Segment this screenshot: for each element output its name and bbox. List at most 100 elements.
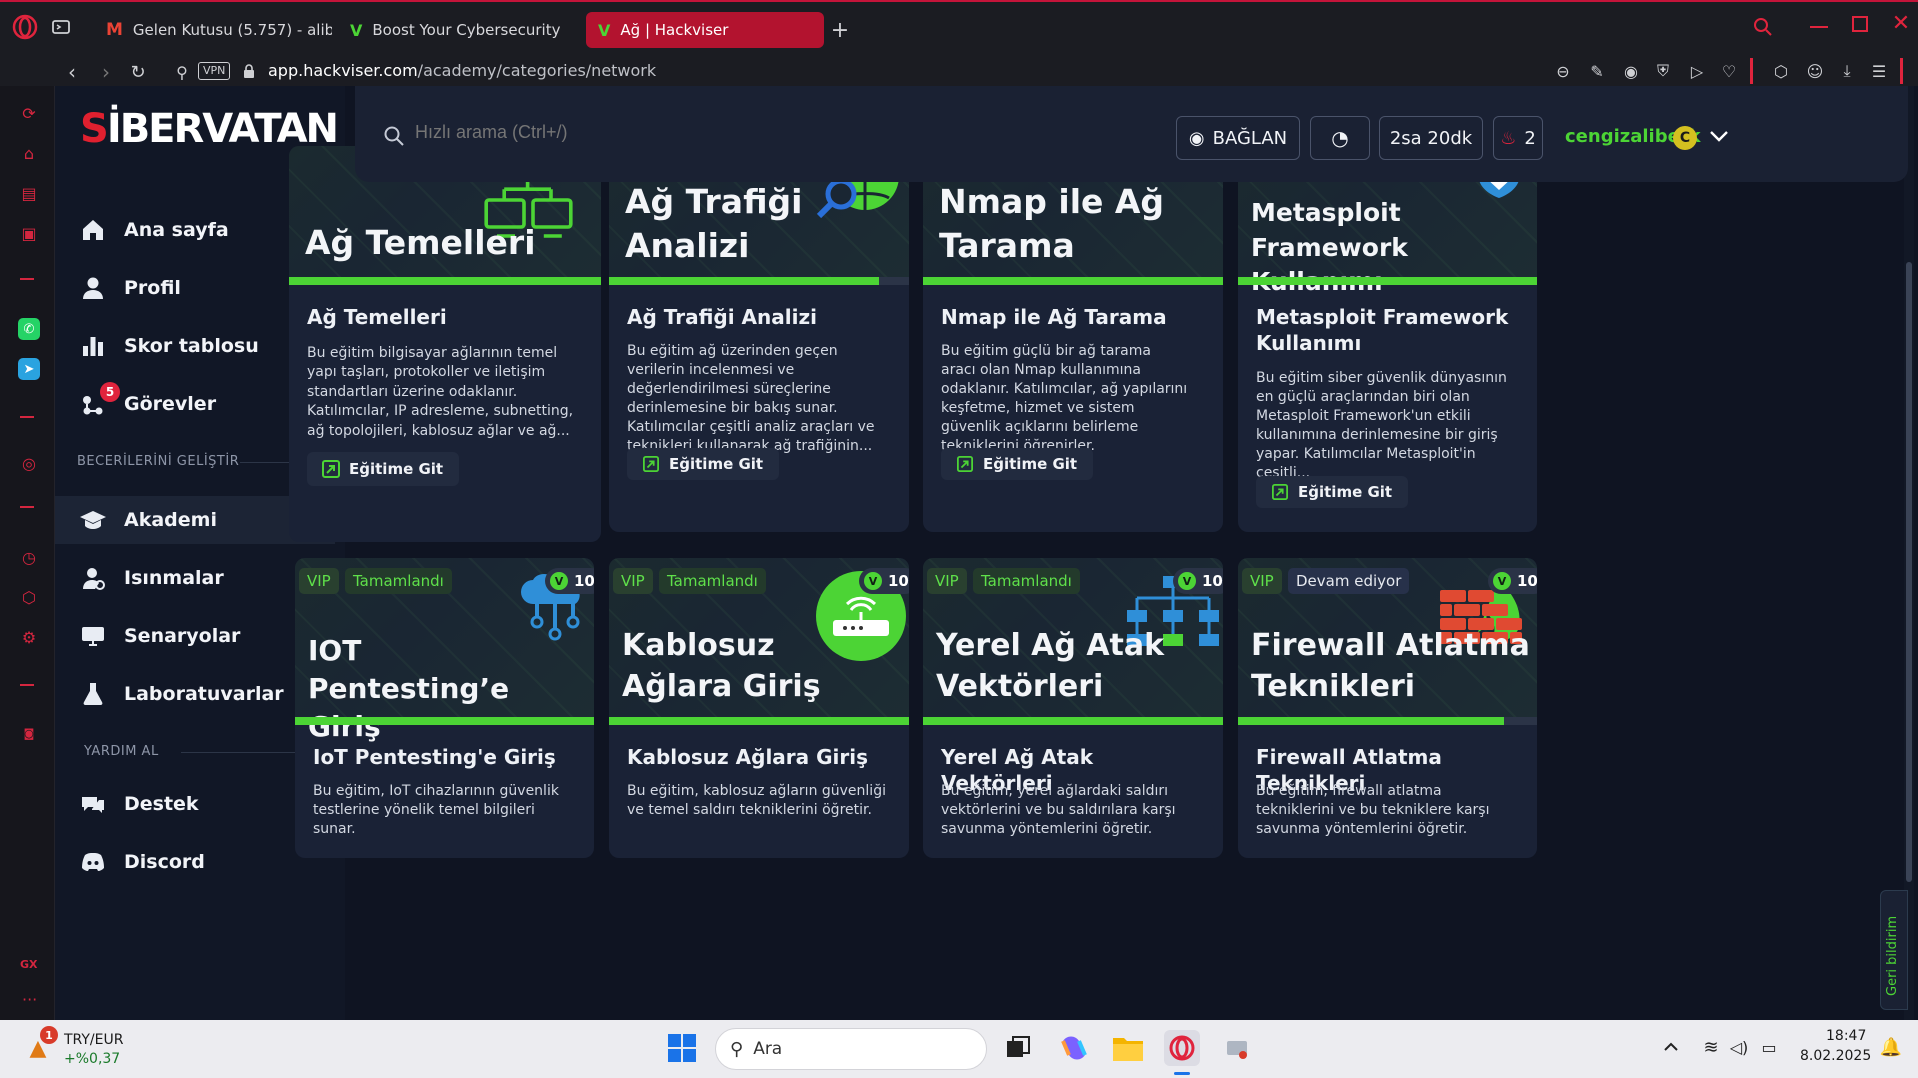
clock-time[interactable]: 18:47 (1826, 1028, 1866, 1044)
tab-hackviser-boost[interactable]: V Boost Your Cybersecurity (338, 12, 578, 48)
task-view-icon[interactable] (1000, 1030, 1036, 1066)
volume-icon[interactable]: ◁) (1728, 1036, 1750, 1058)
search-input[interactable] (415, 122, 915, 143)
edit-icon[interactable]: ✎ (1586, 60, 1608, 82)
vip-badge: VIP (299, 568, 339, 594)
opera-logo-icon[interactable] (12, 14, 38, 40)
course-card-wireless[interactable]: VIP Tamamlandı V 10 Kablosuz Ağlara Giriş… (609, 558, 909, 858)
course-card-network-basics[interactable]: Ağ Temelleri Ağ Temelleri Bu eğitim bilg… (289, 146, 601, 542)
card-description: Bu eğitim, kablosuz ağların güvenliği ve… (627, 783, 886, 819)
minimize-icon[interactable] (1810, 26, 1828, 28)
extensions-icon[interactable]: ⬡ (18, 586, 40, 608)
forward-icon[interactable]: › (94, 60, 118, 84)
course-card-firewall[interactable]: VIP Devam ediyor V 10 Firewall Atlatma Te… (1238, 558, 1537, 858)
feedback-tab[interactable]: Geri bildirim (1880, 890, 1908, 1010)
shield-icon[interactable]: ⛨ (1652, 60, 1674, 82)
fingerprint-icon: ◉ (1188, 127, 1205, 149)
new-tab-icon[interactable]: + (830, 18, 850, 43)
browser-tab-bar: M Gelen Kutusu (5.757) - alib V Boost Yo… (0, 0, 1918, 56)
opera-gx-taskbar-icon[interactable] (1164, 1030, 1200, 1066)
snipping-tool-icon[interactable] (1220, 1030, 1256, 1066)
course-card-nmap[interactable]: Nmap ile Ağ Tarama Nmap ile Ağ Tarama Bu… (923, 146, 1223, 532)
progress-bar (1238, 717, 1537, 725)
crypto-wallet-icon[interactable]: ⌂ (18, 142, 40, 164)
course-card-metasploit[interactable]: Metasploit Framework Kullanımı Metasploi… (1238, 146, 1537, 532)
taskbar-search[interactable]: ⚲ Ara (715, 1028, 987, 1070)
history-icon[interactable]: ◷ (18, 546, 40, 568)
ai-icon[interactable]: ⟳ (18, 102, 40, 124)
avatar[interactable]: C (1673, 126, 1697, 150)
menu-icon[interactable]: ☰ (1868, 60, 1890, 82)
course-card-traffic-analysis[interactable]: Ağ Trafiği Analizi Ağ Trafiği Analizi Bu… (609, 146, 909, 532)
copilot-icon[interactable] (1056, 1030, 1092, 1066)
search-icon (382, 124, 406, 148)
go-to-course-button[interactable]: Eğitime Git (941, 448, 1094, 480)
gx-icon[interactable]: ◙ (18, 722, 40, 744)
divider (20, 506, 34, 508)
hackviser-icon: V (350, 20, 363, 40)
more-icon[interactable]: ··· (22, 990, 37, 1009)
url-field[interactable]: app.hackviser.com/academy/categories/net… (268, 61, 656, 80)
cube-icon[interactable]: ⬡ (1770, 60, 1792, 82)
file-explorer-icon[interactable] (1110, 1030, 1146, 1066)
points-badge: V 10 (1173, 568, 1223, 594)
button-label: Eğitime Git (983, 455, 1078, 473)
card-hero: VIP Tamamlandı V 10 Kablosuz Ağlara Giriş (609, 558, 909, 724)
progress-bar (923, 277, 1223, 285)
notification-bell-icon[interactable]: 🔔 (1880, 1036, 1902, 1058)
gx-label-icon: GX (20, 958, 38, 971)
windows-start-icon[interactable] (664, 1030, 700, 1066)
go-to-course-button[interactable]: Eğitime Git (307, 452, 460, 486)
streak-display[interactable]: ♨ 2 (1493, 116, 1543, 160)
connect-button[interactable]: ◉ BAĞLAN (1176, 116, 1300, 160)
site-settings-icon[interactable]: ⚲ (170, 60, 194, 84)
zoom-icon[interactable]: ⊖ (1552, 60, 1574, 82)
timer-display[interactable]: 2sa 20dk (1379, 116, 1483, 160)
gx-corner-icon[interactable]: ▣ (18, 222, 40, 244)
scrollbar-thumb[interactable] (1906, 262, 1912, 882)
logo-s: S (80, 106, 109, 152)
restore-icon[interactable] (1852, 16, 1868, 32)
send-icon[interactable]: ▷ (1686, 60, 1708, 82)
vpn-badge[interactable]: VPN (198, 62, 231, 80)
reload-icon[interactable]: ↻ (126, 60, 150, 84)
chevron-up-icon[interactable] (1662, 1038, 1680, 1056)
card-description: Bu eğitim, yerel ağlardaki saldırı vektö… (941, 783, 1176, 838)
card-hero-title: Nmap ile Ağ Tarama (939, 182, 1165, 265)
telegram-icon[interactable]: ➤ (18, 358, 40, 380)
battery-icon[interactable]: ▭ (1758, 1036, 1780, 1058)
settings-icon[interactable]: ⚙ (18, 626, 40, 648)
external-link-icon (1270, 482, 1290, 502)
go-to-course-button[interactable]: Eğitime Git (1256, 476, 1409, 508)
download-icon[interactable]: ⤓ (1836, 60, 1858, 82)
search-tabs-icon[interactable] (1752, 16, 1774, 38)
back-icon[interactable]: ‹ (60, 60, 84, 84)
close-window-icon[interactable]: ✕ (1890, 11, 1912, 36)
external-link-icon (955, 454, 975, 474)
progress-fill (289, 277, 601, 285)
speedometer-button[interactable]: ◔ (1310, 116, 1370, 160)
wifi-icon[interactable]: ≋ (1700, 1036, 1722, 1058)
heart-icon[interactable]: ♡ (1718, 60, 1740, 82)
player-icon[interactable]: ◎ (18, 452, 40, 474)
card-title: Kablosuz Ağlara Giriş (627, 745, 869, 769)
tab-gmail[interactable]: M Gelen Kutusu (5.757) - alib (94, 12, 332, 48)
weather-widget[interactable]: ▲ 1 TRY/EUR +%0,37 (20, 1026, 130, 1072)
course-card-iot[interactable]: VIP Tamamlandı V 10 IOT Pentesting’e Giri… (295, 558, 594, 858)
course-card-lan-attacks[interactable]: VIP Tamamlandı V 10 Yerel Ağ Atak Vektörl… (923, 558, 1223, 858)
feedback-label: Geri bildirim (1885, 915, 1900, 996)
search-icon: ⚲ (730, 1038, 744, 1060)
go-to-course-button[interactable]: Eğitime Git (627, 448, 780, 480)
card-description: Bu eğitim ağ üzerinden geçen verilerin i… (627, 343, 875, 455)
chevron-down-icon[interactable] (1707, 124, 1731, 148)
whatsapp-icon[interactable]: ✆ (18, 318, 40, 340)
points-value: 10 (888, 572, 909, 590)
nav-label: Discord (124, 851, 205, 873)
camera-icon[interactable]: ◉ (1620, 60, 1642, 82)
twitch-icon[interactable]: ▤ (18, 182, 40, 204)
tab-active-hackviser[interactable]: V Ağ | Hackviser (586, 12, 824, 48)
progress-fill (609, 277, 879, 285)
tab-islands-icon[interactable] (50, 16, 72, 38)
clock-date[interactable]: 8.02.2025 (1800, 1048, 1871, 1064)
account-icon[interactable]: ☺ (1804, 60, 1826, 82)
